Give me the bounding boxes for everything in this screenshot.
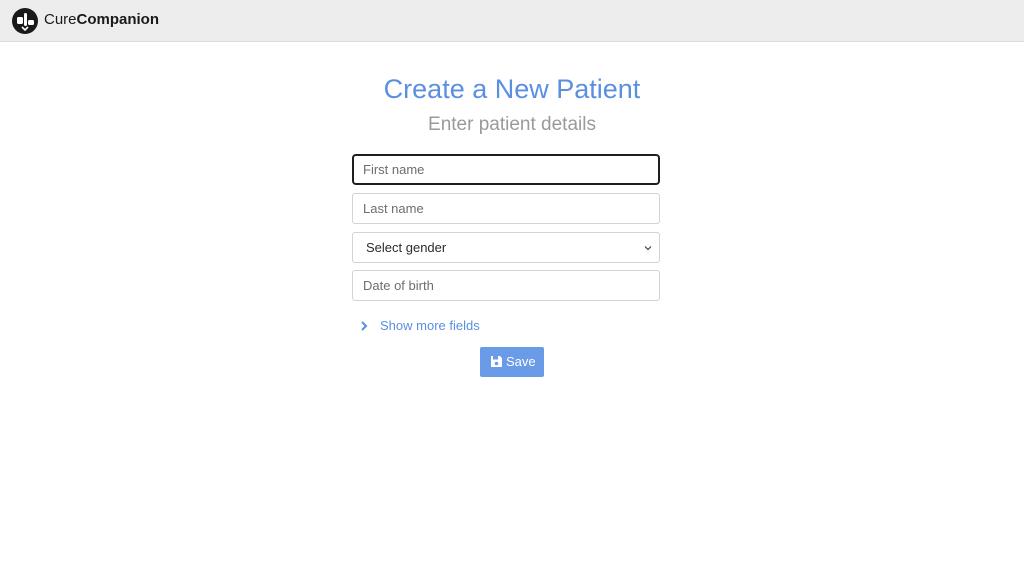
- save-button[interactable]: Save: [480, 347, 544, 377]
- chevron-down-icon: [644, 246, 652, 251]
- page-subtitle: Enter patient details: [428, 114, 596, 135]
- show-more-fields-label: Show more fields: [380, 318, 480, 333]
- top-bar: CureCompanion: [0, 0, 1024, 42]
- brand-bold-text: Companion: [76, 11, 160, 28]
- chevron-right-icon: [361, 321, 368, 331]
- save-button-label: Save: [506, 354, 536, 369]
- logo-icon[interactable]: [12, 8, 38, 34]
- gender-select[interactable]: Select gender: [352, 232, 660, 263]
- brand-light-text: Cure: [44, 11, 77, 28]
- save-icon: [491, 356, 502, 367]
- page-title: Create a New Patient: [383, 74, 641, 104]
- brand-name[interactable]: CureCompanion: [44, 11, 159, 29]
- date-of-birth-input[interactable]: [352, 270, 660, 301]
- last-name-input[interactable]: [352, 193, 660, 224]
- first-name-input[interactable]: [352, 154, 660, 185]
- gender-select-value: Select gender: [366, 240, 447, 255]
